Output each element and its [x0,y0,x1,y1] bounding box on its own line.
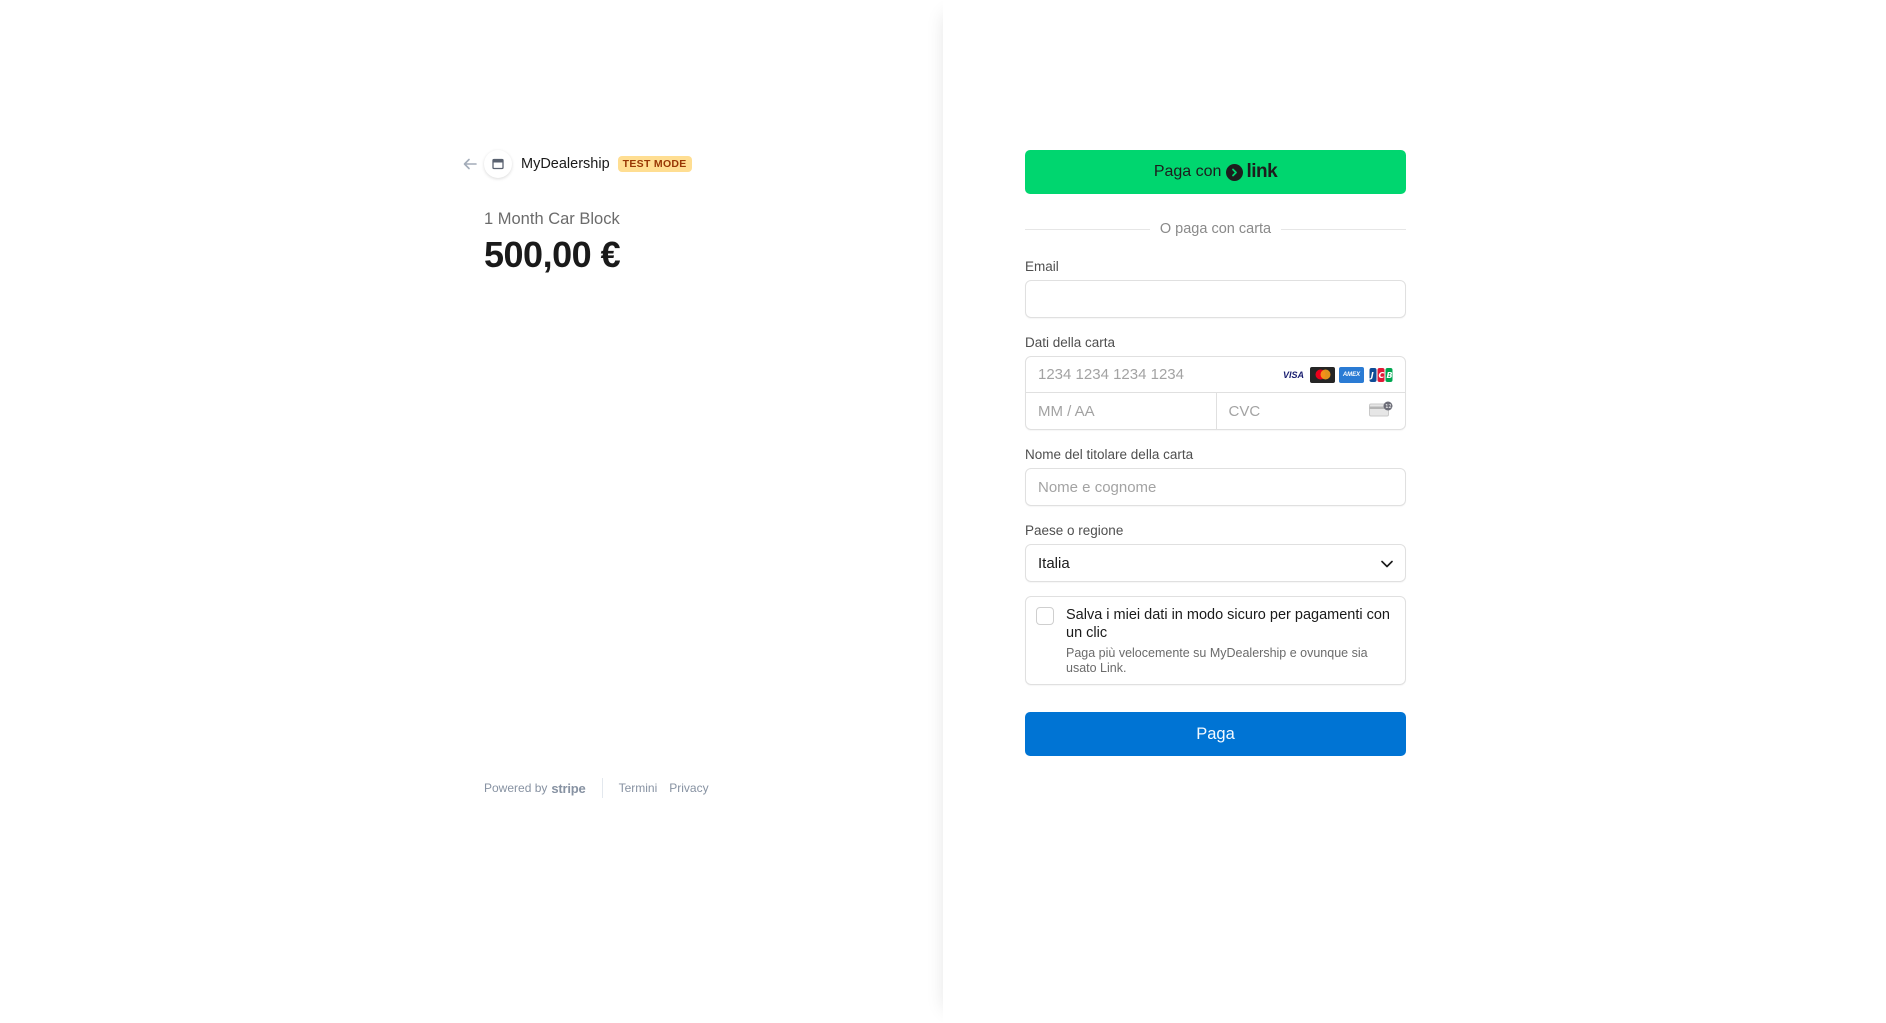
pay-with-link-button[interactable]: Paga con link [1025,150,1406,194]
footer-divider [601,778,603,798]
powered-by-label: Powered by [484,781,548,795]
save-info-text: Salva i miei dati in modo sicuro per pag… [1066,606,1393,676]
card-bottom-row: 123 [1026,393,1405,429]
footer: Powered by stripe Termini Privacy [484,778,721,798]
mastercard-icon [1310,366,1335,383]
svg-text:B: B [1386,371,1392,380]
terms-link[interactable]: Termini [619,781,658,795]
holder-label: Nome del titolare della carta [1025,447,1194,462]
expiry-input[interactable] [1038,402,1198,420]
stripe-logo: stripe [551,780,586,796]
order-summary-pane: MyDealership TEST MODE 1 Month Car Block… [0,0,943,1023]
visa-icon: VISA [1281,366,1306,383]
card-number-input[interactable] [1038,366,1268,383]
save-info-box: Salva i miei dati in modo sicuro per pag… [1025,596,1406,685]
privacy-link[interactable]: Privacy [669,781,708,795]
or-pay-with-card-divider: O paga con carta [1025,221,1406,237]
country-group: Paese o regione Italia [1025,523,1406,582]
jcb-icon: JCB [1368,366,1393,383]
payment-pane: Paga con link O paga con carta Email Dat… [943,0,1886,1023]
powered-by-stripe[interactable]: Powered by stripe [484,781,586,796]
product-name: 1 Month Car Block [484,210,620,228]
country-value: Italia [1038,554,1070,572]
svg-text:123: 123 [1385,404,1393,410]
link-arrow-icon [1226,163,1244,181]
card-group: Dati della carta VISA AMEX JCB [1025,335,1406,430]
card-input-box: VISA AMEX JCB [1025,356,1406,430]
arrow-left-icon[interactable] [460,154,480,174]
cvc-input[interactable] [1228,402,1349,420]
payment-form: Paga con link O paga con carta Email Dat… [1025,150,1406,756]
email-field[interactable] [1025,280,1406,318]
country-select[interactable]: Italia [1025,544,1406,582]
save-info-description: Paga più velocemente su MyDealership e o… [1066,646,1368,675]
amex-icon: AMEX [1339,366,1364,383]
divider-text: O paga con carta [1159,221,1272,237]
holder-name-field[interactable] [1025,468,1406,506]
merchant-name[interactable]: MyDealership [521,156,610,172]
cvc-cell: 123 [1215,393,1406,429]
card-label: Dati della carta [1025,335,1116,350]
chevron-down-icon [1381,555,1393,572]
email-group: Email [1025,259,1406,318]
pay-button[interactable]: Paga [1025,712,1406,756]
test-mode-badge: TEST MODE [617,156,692,172]
svg-text:C: C [1378,371,1384,380]
save-info-checkbox[interactable] [1036,607,1054,625]
card-number-row: VISA AMEX JCB [1026,357,1405,393]
store-icon [484,150,512,178]
cvc-card-icon: 123 [1369,401,1395,422]
holder-group: Nome del titolare della carta [1025,447,1406,506]
save-info-title: Salva i miei dati in modo sicuro per pag… [1066,607,1390,641]
product-price: 500,00 € [484,234,621,275]
link-logo: link [1226,161,1278,183]
email-label: Email [1025,259,1059,274]
link-brand-text: link [1246,161,1278,182]
merchant-header: MyDealership TEST MODE [460,150,692,178]
link-button-label: Paga con [1153,163,1222,180]
card-brands: VISA AMEX JCB [1281,366,1393,383]
country-label: Paese o regione [1025,523,1124,538]
expiry-cell [1026,393,1216,429]
